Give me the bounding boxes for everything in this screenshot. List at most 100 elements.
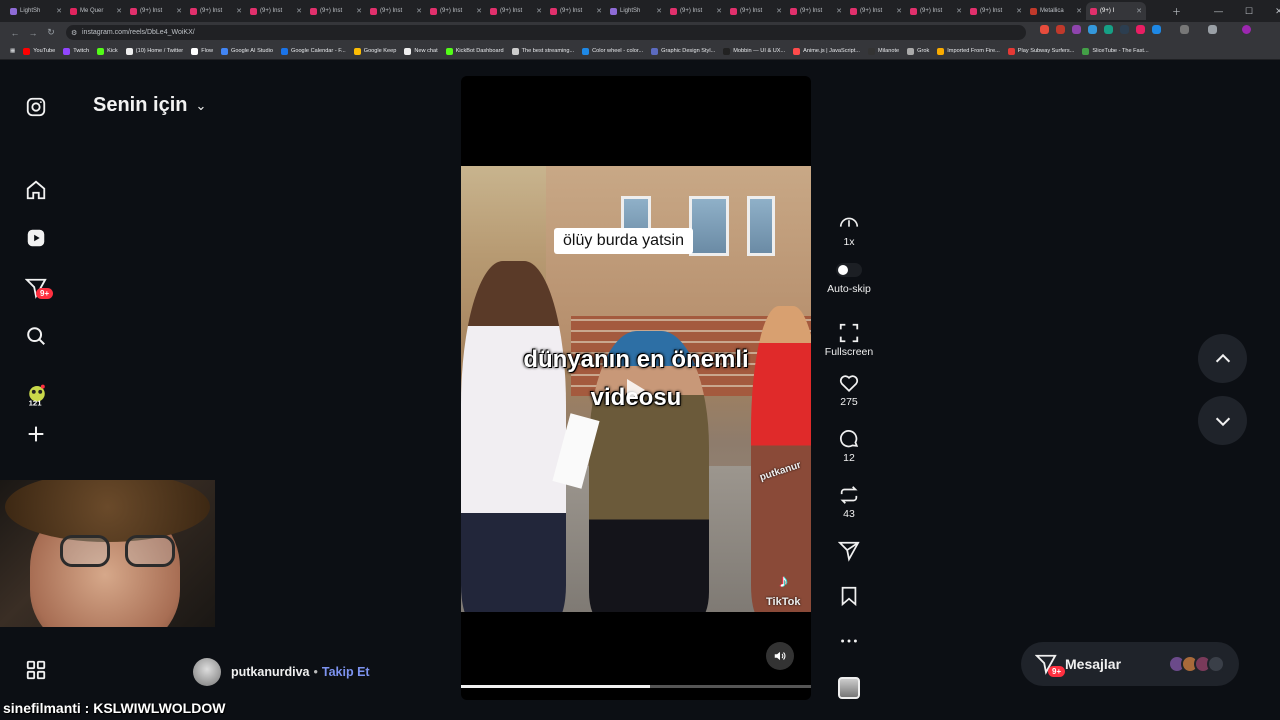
browser-tab[interactable]: (9+) Inst ✕ [246,2,306,20]
instagram-icon[interactable] [24,95,48,119]
bookmark-item[interactable]: SliceTube - The Fast... [1082,47,1149,55]
browser-tab[interactable]: (9+) Inst ✕ [306,2,366,20]
feed-selector[interactable]: Senin için ⌄ [93,94,206,117]
close-tab-icon[interactable]: ✕ [536,7,542,15]
reels-icon[interactable] [24,226,48,250]
browser-tab[interactable]: (9+) Inst ✕ [366,2,426,20]
extension-icon[interactable] [1152,25,1161,34]
messages-button[interactable]: 9+ Mesajlar [1021,642,1239,686]
bookmark-item[interactable]: The best streaming... [511,47,574,55]
browser-tab[interactable]: (9+) Inst ✕ [666,2,726,20]
extension-icon[interactable] [1088,25,1097,34]
bookmark-item[interactable]: Google Calendar - F... [280,47,346,55]
search-icon[interactable] [24,324,48,348]
apps-icon[interactable]: ▦ [10,48,15,54]
bookmark-item[interactable]: Google AI Studio [221,47,273,55]
author-username[interactable]: putkanurdiva [231,665,310,679]
comment-button[interactable]: 12 [819,428,879,464]
bookmark-item[interactable]: Play Subway Surfers... [1007,47,1074,55]
browser-tab[interactable]: (9+) Inst ✕ [726,2,786,20]
autoskip-switch[interactable] [836,263,862,277]
bookmark-item[interactable]: Color wheel - color... [582,47,643,55]
bookmark-item[interactable]: YouTube [23,47,55,55]
bookmark-item[interactable]: (10) Home / Twitter [125,47,183,55]
browser-tab[interactable]: (9+) Inst ✕ [126,2,186,20]
more-options-button[interactable] [819,630,879,652]
puzzle-icon[interactable] [1180,25,1189,34]
bookmark-item[interactable]: Mobbin — UI & UX... [723,47,785,55]
direct-icon[interactable]: 9+ [24,276,54,300]
close-tab-icon[interactable]: ✕ [1136,7,1142,15]
bookmark-item[interactable]: Imported From Fire... [937,47,1000,55]
close-window-icon[interactable]: ✕ [1275,6,1280,17]
forward-icon[interactable]: → [24,28,42,38]
download-icon[interactable] [1208,25,1217,34]
next-reel-button[interactable] [1198,396,1247,445]
site-info-icon[interactable]: ⚙ [71,29,77,37]
close-tab-icon[interactable]: ✕ [956,7,962,15]
extension-icon[interactable] [1072,25,1081,34]
bookmark-item[interactable]: KickBot Dashboard [445,47,504,55]
create-icon[interactable] [24,422,48,446]
bookmark-item[interactable]: Google Keep [353,47,396,55]
close-tab-icon[interactable]: ✕ [1016,7,1022,15]
browser-tab[interactable]: Me Quer ✕ [66,2,126,20]
close-tab-icon[interactable]: ✕ [476,7,482,15]
browser-tab[interactable]: (9+) Inst ✕ [786,2,846,20]
close-tab-icon[interactable]: ✕ [416,7,422,15]
browser-tab[interactable]: Metallica ✕ [1026,2,1086,20]
close-tab-icon[interactable]: ✕ [776,7,782,15]
bookmark-item[interactable]: Twitch [63,47,89,55]
browser-tab[interactable]: (9+) Inst ✕ [846,2,906,20]
browser-tab[interactable]: (9+) I ✕ [1086,2,1146,20]
bookmark-item[interactable]: Grok [907,47,929,55]
save-button[interactable] [819,585,879,607]
like-button[interactable]: 275 [819,372,879,408]
browser-tab[interactable]: LightSh ✕ [6,2,66,20]
mute-button[interactable] [766,642,794,670]
share-button[interactable] [819,540,879,562]
close-tab-icon[interactable]: ✕ [836,7,842,15]
maximize-icon[interactable]: ☐ [1245,6,1253,17]
new-tab-button[interactable]: ＋ [1172,0,1181,22]
bookmark-item[interactable]: Graphic Design Styl... [651,47,715,55]
window-controls[interactable]: — ☐ ✕ [1214,0,1280,22]
browser-tab[interactable]: (9+) Inst ✕ [426,2,486,20]
play-icon[interactable] [627,379,645,401]
browser-tab[interactable]: (9+) Inst ✕ [486,2,546,20]
close-tab-icon[interactable]: ✕ [1076,7,1082,15]
minimize-icon[interactable]: — [1214,6,1223,16]
close-tab-icon[interactable]: ✕ [656,7,662,15]
close-tab-icon[interactable]: ✕ [236,7,242,15]
avatar[interactable] [193,658,221,686]
browser-tab[interactable]: LightSh ✕ [606,2,666,20]
bookmark-item[interactable]: Kick [97,47,118,55]
bookmark-item[interactable]: Milanote [867,47,899,55]
bookmark-item[interactable]: Anime.js | JavaScript... [793,47,860,55]
speed-button[interactable]: 1x [819,212,879,248]
progress-bar[interactable] [461,685,811,688]
close-tab-icon[interactable]: ✕ [116,7,122,15]
home-icon[interactable] [24,178,48,202]
reel-video-player[interactable]: ölüy burda yatsin dünyanın en önemli vid… [461,76,811,700]
more-icon[interactable] [24,658,48,682]
browser-tab[interactable]: (9+) Inst ✕ [546,2,606,20]
profile-avatar[interactable] [1242,25,1251,34]
bookmark-item[interactable]: New chat [404,47,438,55]
reload-icon[interactable]: ↻ [42,27,60,38]
browser-tab[interactable]: (9+) Inst ✕ [966,2,1026,20]
audio-thumbnail[interactable] [819,677,879,699]
close-tab-icon[interactable]: ✕ [596,7,602,15]
back-icon[interactable]: ← [6,28,24,38]
close-tab-icon[interactable]: ✕ [896,7,902,15]
autoskip-toggle[interactable]: Auto-skip [819,263,879,295]
url-input[interactable]: ⚙ instagram.com/reels/DbLe4_WoiKX/ [66,25,1026,40]
extension-icon[interactable] [1120,25,1129,34]
extension-icon[interactable] [1136,25,1145,34]
previous-reel-button[interactable] [1198,334,1247,383]
close-tab-icon[interactable]: ✕ [176,7,182,15]
extension-icon[interactable] [1104,25,1113,34]
repost-button[interactable]: 43 [819,484,879,520]
browser-tab[interactable]: (9+) Inst ✕ [186,2,246,20]
extension-icon[interactable] [1040,25,1049,34]
